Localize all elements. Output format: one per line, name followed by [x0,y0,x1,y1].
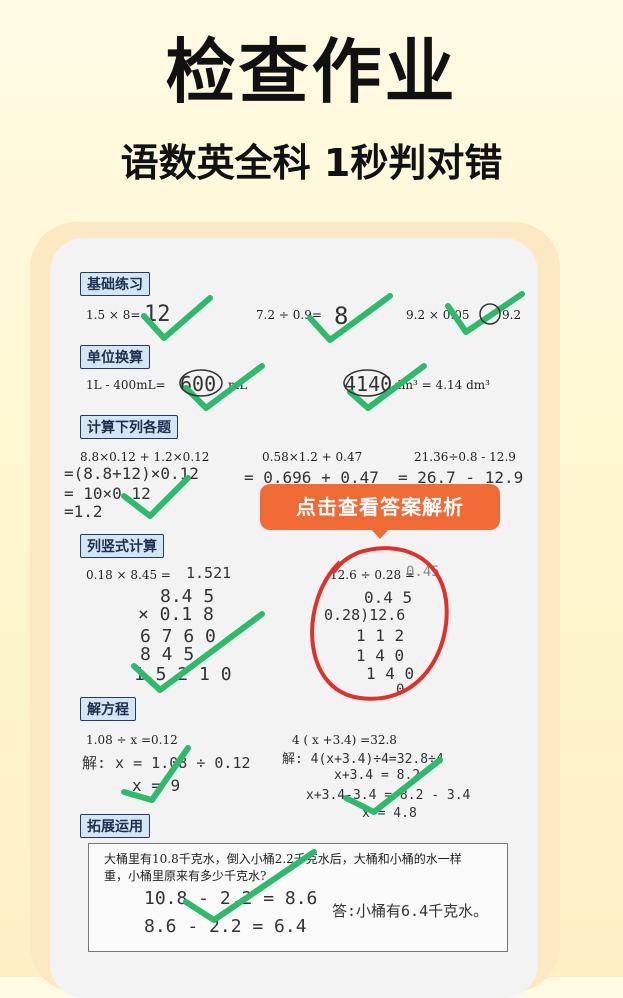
basic-answer-2: 8 [334,302,349,330]
word-problem-text-2: 重，小桶里原来有多少千克水? [104,869,267,883]
basic-answer-3: 9.2 [502,308,522,322]
view-explanation-button[interactable]: 点击查看答案解析 [260,484,500,530]
section-label-extend: 拓展运用 [80,814,150,838]
equation-right-work-4: x = 4.8 [362,806,417,821]
vertical-left-work-5: 1.5 2 1 0 [134,664,232,685]
units-left-answer: 600 [180,372,217,396]
equation-right-work-1: 解: 4(x+3.4)÷4=32.8÷4 [282,752,444,767]
vertical-right-work-5: 1 4 0 [366,664,415,683]
calc-work-1-line-2: = 10×0.12 [64,484,151,503]
vertical-left-question: 0.18 × 8.45 = [86,568,171,582]
vertical-left-work-4: 8 4 5 [140,644,195,665]
word-problem-work-1: 10.8 - 2.2 = 8.6 [144,888,318,909]
vertical-right-work-4: 1 4 0 [356,646,405,665]
calc-work-1-line-3: =1.2 [64,502,103,521]
equation-right-work-3: x+3.4-3.4 = 8.2 - 3.4 [306,788,471,803]
tooltip-pointer [370,528,390,539]
calc-work-1-line-1: =(8.8+12)×0.12 [64,464,199,483]
headline-title: 检查作业 [165,31,458,113]
units-right-answer: 4140 [344,372,393,396]
calc-problem-1: 8.8×0.12 + 1.2×0.12 [80,450,210,464]
calc-problem-2: 0.58×1.2 + 0.47 [262,450,363,464]
section-label-units: 单位换算 [80,345,150,369]
basic-question-2: 7.2 ÷ 0.9= [256,308,322,322]
vertical-right-work-6: 0 [396,682,405,698]
equation-left-work-1: 解: x = 1.08 ÷ 0.12 [82,754,251,772]
headline-subtitle: 语数英全科 1秒判对错 [120,141,503,185]
vertical-right-work-1: 0.4 5 [364,588,413,607]
word-problem-answer: 答:小桶有6.4千克水。 [332,902,489,920]
section-label-vertical: 列竖式计算 [80,534,164,558]
vertical-right-work-3: 1 1 2 [356,626,405,645]
equation-left-work-2: x = 9 [132,776,181,795]
word-problem-work-2: 8.6 - 2.2 = 6.4 [144,916,307,937]
basic-question-3: 9.2 × 0.05 [406,308,470,322]
equation-right-work-2: x+3.4 = 8.2 [334,768,421,783]
equation-left-question: 1.08 ÷ x =0.12 [86,733,178,747]
word-problem-text-1: 大桶里有10.8千克水，倒入小桶2.2千克水后，大桶和小桶的水一样 [104,852,462,866]
vertical-left-work-2: × 0.1 8 [138,604,214,625]
section-label-equation: 解方程 [80,697,136,721]
calc-problem-3: 21.36÷0.8 - 12.9 [414,450,516,464]
section-label-calc: 计算下列各题 [80,415,178,439]
vertical-right-work-2: 0.28)12.6 [324,606,406,624]
basic-question-1: 1.5 × 8= [86,308,141,322]
section-label-basic: 基础练习 [80,272,150,296]
vertical-right-answer: 0.45 [406,564,440,580]
vertical-left-answer: 1.521 [186,564,232,582]
vertical-right-question: 12.6 ÷ 0.28 = [330,568,415,582]
units-left-question: 1L - 400mL= [86,378,166,392]
basic-answer-1: 12 [144,302,171,327]
units-right-rest: dm³ = 4.14 dm³ [394,378,490,392]
units-left-unit: mL [228,378,248,392]
equation-right-question: 4 ( x +3.4) =32.8 [292,733,397,747]
